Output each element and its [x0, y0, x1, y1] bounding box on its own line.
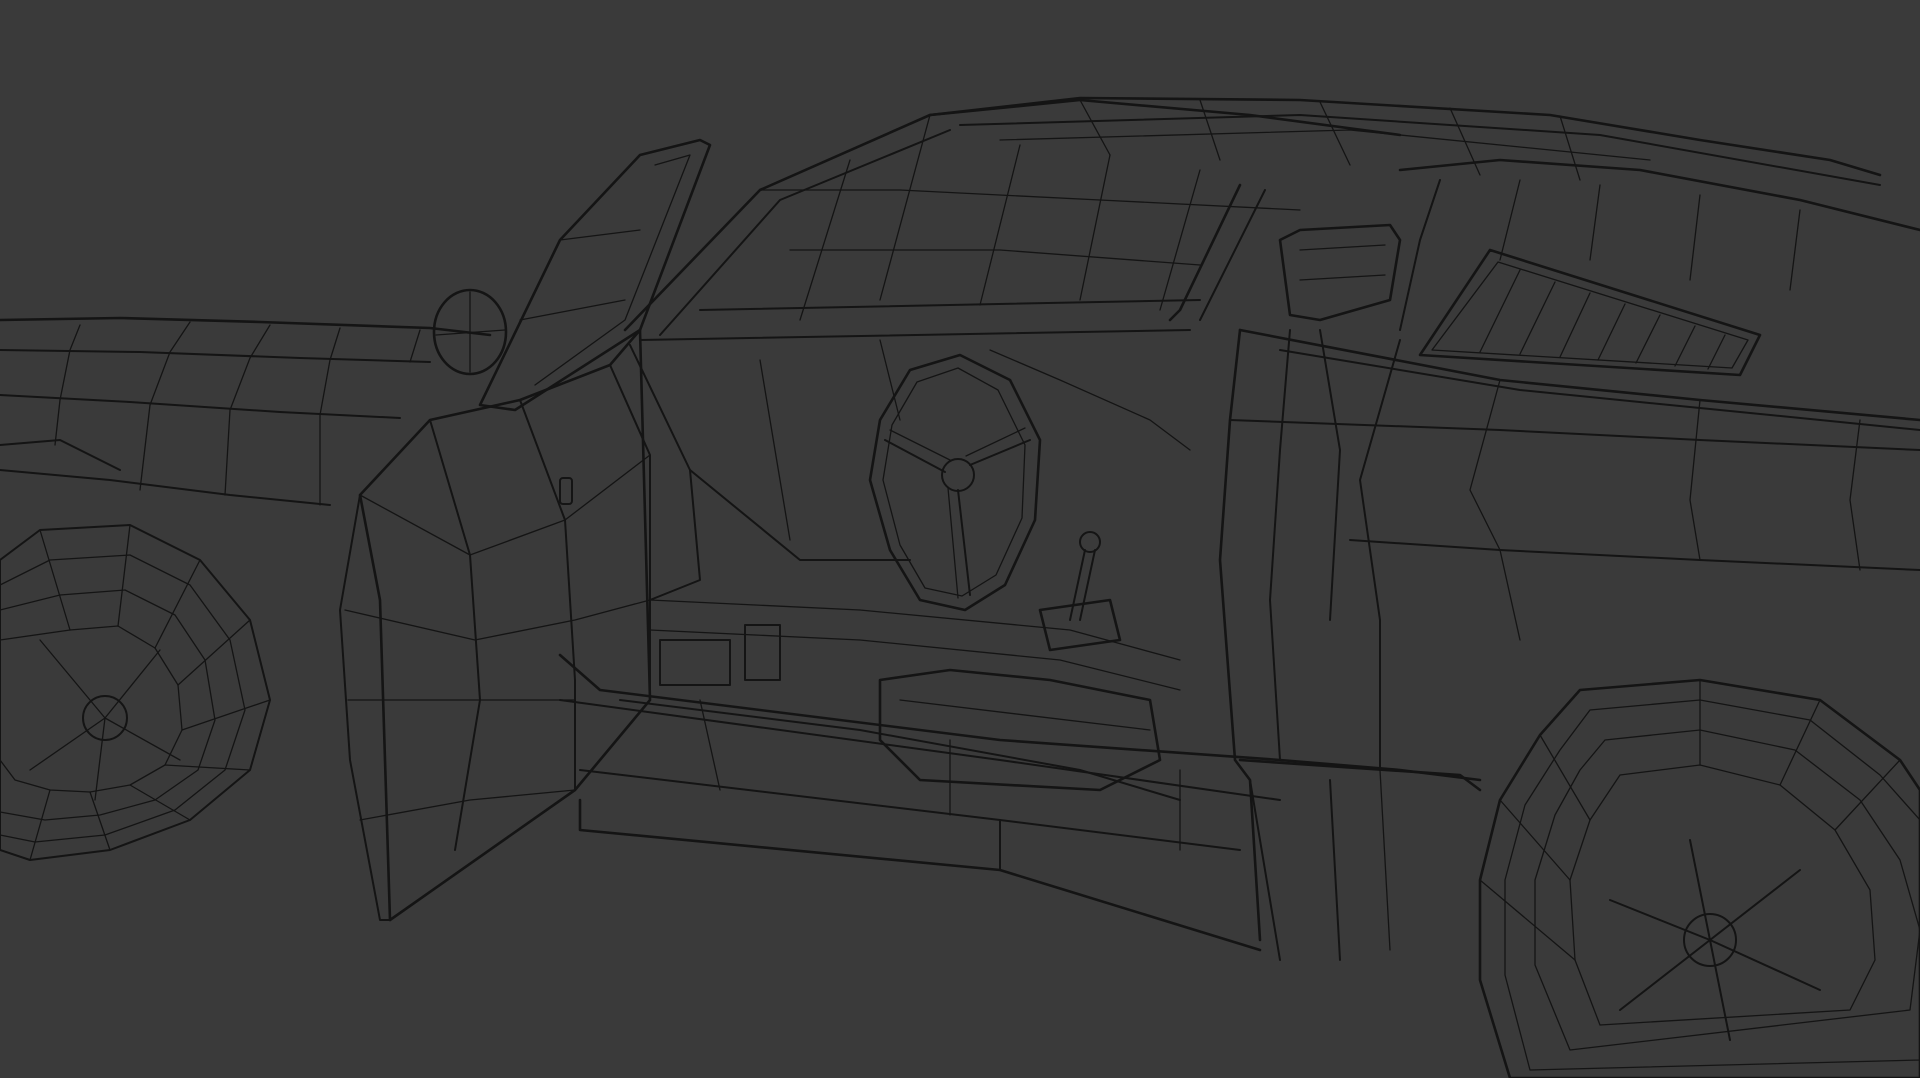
- 3d-viewport[interactable]: [0, 0, 1920, 1078]
- car-wireframe-model[interactable]: [0, 0, 1920, 1078]
- viewport-background: [0, 0, 1920, 1078]
